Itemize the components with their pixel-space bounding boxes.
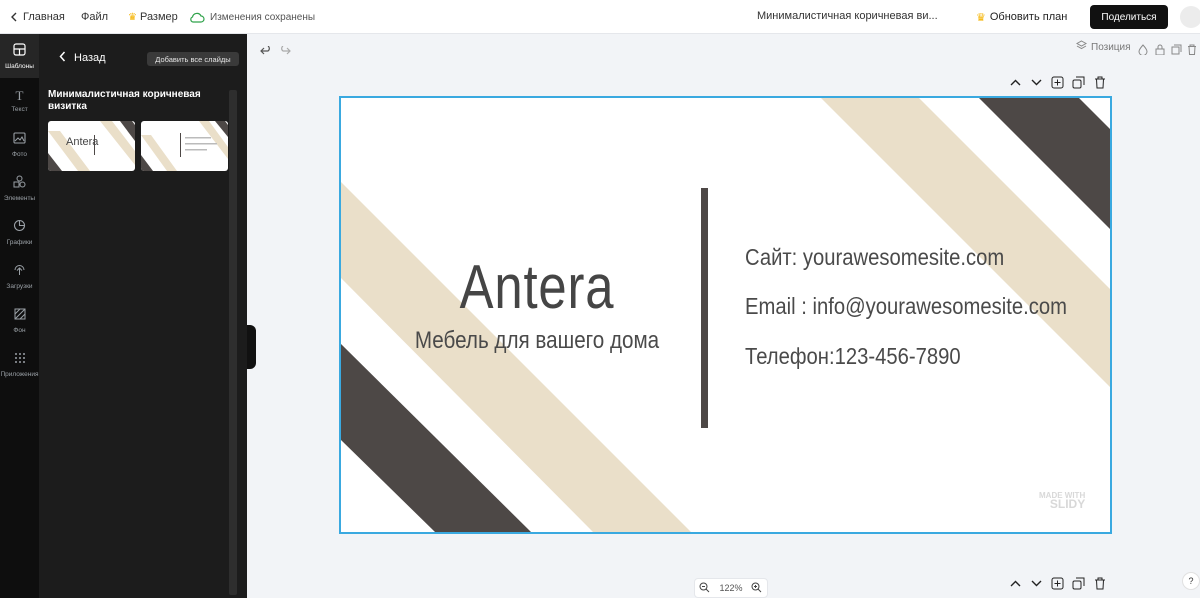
slide-phone[interactable]: Телефон:123-456-7890 <box>745 343 961 370</box>
lock-icon[interactable] <box>1155 42 1165 60</box>
rail-item-photos[interactable]: Фото <box>0 122 39 166</box>
layout-icon <box>13 42 26 61</box>
delete-slide-icon[interactable] <box>1092 75 1107 90</box>
top-bar: Главная Файл ♛ Размер Изменения сохранен… <box>0 0 1200 34</box>
undo-icon[interactable] <box>260 43 272 61</box>
upgrade-button[interactable]: ♛ Обновить план <box>976 0 1067 34</box>
file-menu[interactable]: Файл <box>81 0 108 34</box>
slide-brand-title[interactable]: Antera <box>406 252 668 323</box>
zoom-out-icon[interactable] <box>699 582 710 595</box>
image-icon <box>13 131 26 149</box>
collapse-panel-handle[interactable] <box>247 325 256 369</box>
background-icon <box>14 307 26 325</box>
layers-icon <box>1075 40 1088 54</box>
templates-panel: Назад Добавить все слайды Минималистична… <box>39 34 247 598</box>
slide-site[interactable]: Сайт: yourawesomesite.com <box>745 244 1004 271</box>
shapes-icon <box>13 175 26 193</box>
slide-controls-top <box>1008 75 1107 90</box>
template-thumbnail-front[interactable]: Antera <box>48 121 135 171</box>
delete-slide-icon[interactable] <box>1092 576 1107 591</box>
thumb-brand: Antera <box>66 136 99 148</box>
text-icon: T <box>15 87 24 103</box>
trash-icon[interactable] <box>1187 42 1197 60</box>
watermark: MADE WITH SLIDY <box>1039 491 1086 511</box>
slide-controls-bottom <box>1008 576 1107 591</box>
rail-item-charts[interactable]: Графики <box>0 210 39 254</box>
slide-tagline[interactable]: Мебель для вашего дома <box>399 327 674 355</box>
slide-divider[interactable] <box>701 188 708 428</box>
home-link[interactable]: Главная <box>10 0 65 34</box>
zoom-in-icon[interactable] <box>751 582 762 595</box>
rail-item-background[interactable]: Фон <box>0 298 39 342</box>
share-button[interactable]: Поделиться <box>1090 5 1168 29</box>
opacity-icon[interactable] <box>1138 42 1148 60</box>
chevron-down-icon[interactable] <box>1029 576 1044 591</box>
zoom-level[interactable]: 122% <box>719 583 742 593</box>
back-button[interactable]: Назад <box>59 51 106 65</box>
duplicate-slide-icon[interactable] <box>1071 576 1086 591</box>
cloud-check-icon <box>189 12 205 23</box>
crown-icon: ♛ <box>976 11 986 24</box>
position-button[interactable]: Позиция <box>1075 40 1131 54</box>
resize-button[interactable]: ♛ Размер <box>128 0 178 34</box>
avatar[interactable] <box>1180 6 1200 28</box>
chevron-up-icon[interactable] <box>1008 75 1023 90</box>
rail-item-elements[interactable]: Элементы <box>0 166 39 210</box>
chevron-up-icon[interactable] <box>1008 576 1023 591</box>
slide-canvas[interactable]: Antera Мебель для вашего дома Сайт: your… <box>339 96 1112 534</box>
upload-icon <box>13 263 26 281</box>
rail-item-apps[interactable]: Приложения <box>0 342 39 386</box>
rail-item-templates[interactable]: Шаблоны <box>0 34 39 78</box>
template-thumbnail-back[interactable] <box>141 121 228 171</box>
duplicate-icon[interactable] <box>1171 42 1182 60</box>
redo-icon[interactable] <box>279 43 291 61</box>
add-all-slides-button[interactable]: Добавить все слайды <box>147 52 239 66</box>
add-slide-icon[interactable] <box>1050 576 1065 591</box>
chevron-left-icon <box>59 51 66 65</box>
help-button[interactable]: ? <box>1182 572 1200 590</box>
chevron-down-icon[interactable] <box>1029 75 1044 90</box>
rail-item-text[interactable]: T Текст <box>0 78 39 122</box>
chart-icon <box>13 219 26 237</box>
left-rail: Шаблоны T Текст Фото Элементы Графики За… <box>0 34 39 598</box>
slide-email[interactable]: Email : info@yourawesomesite.com <box>745 293 1067 320</box>
crown-icon: ♛ <box>128 11 137 23</box>
panel-scrollbar[interactable] <box>229 90 237 595</box>
chevron-left-icon <box>10 12 18 22</box>
zoom-control: 122% <box>694 578 768 598</box>
duplicate-slide-icon[interactable] <box>1071 75 1086 90</box>
add-slide-icon[interactable] <box>1050 75 1065 90</box>
rail-item-uploads[interactable]: Загрузки <box>0 254 39 298</box>
document-title[interactable]: Минималистичная коричневая ви... <box>757 10 938 22</box>
save-status: Изменения сохранены <box>189 0 315 34</box>
apps-icon <box>14 351 26 369</box>
template-title: Минималистичная коричневая визитка <box>48 89 201 112</box>
